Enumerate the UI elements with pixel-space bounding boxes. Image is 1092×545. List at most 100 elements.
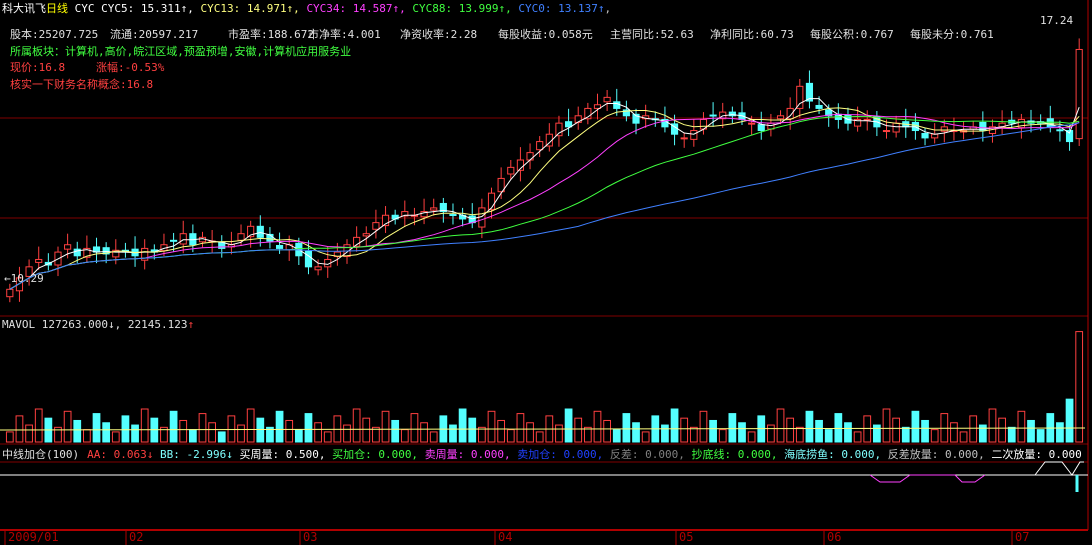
period-label[interactable]: 日线 xyxy=(46,2,68,15)
sector-text: 所属板块：计算机,高价,皖江区域,预盈预增,安徽,计算机应用服务业 xyxy=(10,45,352,58)
volume-bar xyxy=(853,431,862,443)
concept-text: 核实一下财务名称概念:16.8 xyxy=(10,78,154,91)
candle-body xyxy=(757,124,765,132)
fundamental-item: 净资收率:2.28 xyxy=(400,28,478,41)
indicator-value: AA: 0.063↓ xyxy=(87,448,160,461)
volume-bar xyxy=(882,408,891,443)
stock-title: 科大讯飞 xyxy=(2,2,46,15)
volume-bar xyxy=(921,419,929,443)
volume-bar xyxy=(603,419,611,443)
date-label: 2009/01 xyxy=(8,530,59,544)
candle-body xyxy=(35,258,43,263)
volume-bar xyxy=(73,419,82,443)
volume-bars[interactable] xyxy=(0,331,1086,443)
fundamental-item: 流通:20597.217 xyxy=(110,28,199,41)
fundamental-item: 每股公积:0.767 xyxy=(810,28,894,41)
volume-bar xyxy=(516,413,525,443)
candle-body xyxy=(882,130,891,133)
indicator-value: 抄底线: 0.000, xyxy=(691,448,785,461)
volume-bar xyxy=(497,419,506,443)
indicator-name: CYC xyxy=(74,2,95,15)
volume-bar xyxy=(102,422,111,443)
volume-bar xyxy=(670,408,679,443)
ma-label-4: CYC0: 13.137↑ xyxy=(518,2,605,15)
volume-bar xyxy=(131,424,139,443)
candle-body xyxy=(709,114,717,117)
volume-bar xyxy=(574,417,583,443)
volume-bar xyxy=(1017,410,1026,443)
current-price: 现价:16.8 xyxy=(10,61,66,74)
volume-bar xyxy=(709,419,717,443)
volume-bar xyxy=(25,424,33,443)
candle-body xyxy=(179,233,187,245)
up-arrow-icon: ↑ xyxy=(187,318,195,331)
volume-bar xyxy=(1027,419,1035,443)
volume-bar xyxy=(217,431,226,443)
volume-bar xyxy=(795,426,804,443)
indicator-value: 反差: 0.000, xyxy=(609,448,692,461)
ma-label-0: CYC5: 15.311↑, xyxy=(101,2,201,15)
chart-canvas[interactable] xyxy=(0,0,1092,545)
candle-body xyxy=(748,122,756,125)
main-header: 科大讯飞日线 CYC CYC5: 15.311↑, CYC13: 14.971↑… xyxy=(2,2,611,15)
volume-bar xyxy=(911,410,920,443)
low-price-label: ←10.29 xyxy=(4,272,44,285)
volume-bar xyxy=(824,429,833,443)
indicator-value: 反差放量: 0.000, xyxy=(887,448,992,461)
volume-bar xyxy=(988,408,997,443)
volume-bar xyxy=(343,424,351,443)
volume-bar xyxy=(747,431,756,443)
indicator-value: 卖加仓: 0.000, xyxy=(517,448,610,461)
volume-bar xyxy=(323,431,332,443)
ma-line xyxy=(9,115,1080,290)
candle-body xyxy=(256,225,264,238)
candle-body xyxy=(536,141,544,151)
fundamental-item: 市净率:4.001 xyxy=(308,28,381,41)
indicator-value: 买加仓: 0.000, xyxy=(332,448,425,461)
indicator-line-white xyxy=(1034,461,1084,476)
volume-bar xyxy=(198,413,207,443)
volume-bar xyxy=(506,429,515,443)
candle-body xyxy=(921,132,929,139)
volume-bar xyxy=(767,424,775,443)
volume-bar xyxy=(400,429,409,443)
candle-body xyxy=(304,250,313,268)
time-axis xyxy=(0,529,1088,545)
low-price-value: 10.29 xyxy=(10,272,44,285)
candlestick-series[interactable] xyxy=(6,38,1083,303)
date-label: 05 xyxy=(679,530,694,544)
indicator-header: 中线加仓(100) AA: 0.063↓ BB: -2.996↓ 买周量: 0.5… xyxy=(2,448,1082,461)
fundamental-item: 市盈率:188.672 xyxy=(228,28,314,41)
volume-bar xyxy=(555,424,563,443)
ma-line xyxy=(9,107,1080,290)
volume-bar xyxy=(246,408,255,443)
volume-bar xyxy=(429,431,438,443)
volume-bar xyxy=(815,419,823,443)
volume-bar xyxy=(92,413,101,443)
volume-bar xyxy=(834,413,843,443)
high-price-label: 17.24 xyxy=(1040,14,1074,27)
candle-body xyxy=(314,266,322,271)
ma-label-3: CYC88: 13.999↑, xyxy=(412,2,519,15)
volume-indicator-name: MAVOL xyxy=(2,318,36,331)
candle-body xyxy=(931,133,939,139)
volume-bar xyxy=(872,424,881,443)
indicator-line-magenta xyxy=(869,474,986,483)
volume-bar xyxy=(863,415,872,443)
volume-bar xyxy=(227,415,236,443)
volume-bar xyxy=(969,415,978,443)
candle-body xyxy=(680,137,688,140)
volume-bar xyxy=(420,422,428,443)
volume-value-1: 127263.000 xyxy=(41,318,108,331)
trailing-comma: , xyxy=(604,2,612,15)
candle-body xyxy=(796,85,804,109)
volume-bar xyxy=(718,429,727,443)
date-label: 06 xyxy=(827,530,842,544)
volume-bar xyxy=(738,422,746,443)
volume-bar xyxy=(179,419,188,443)
volume-bar xyxy=(285,419,294,443)
candle-body xyxy=(526,152,534,161)
candle-body xyxy=(6,288,14,298)
volume-bar xyxy=(632,422,640,443)
volume-bar xyxy=(275,410,284,443)
